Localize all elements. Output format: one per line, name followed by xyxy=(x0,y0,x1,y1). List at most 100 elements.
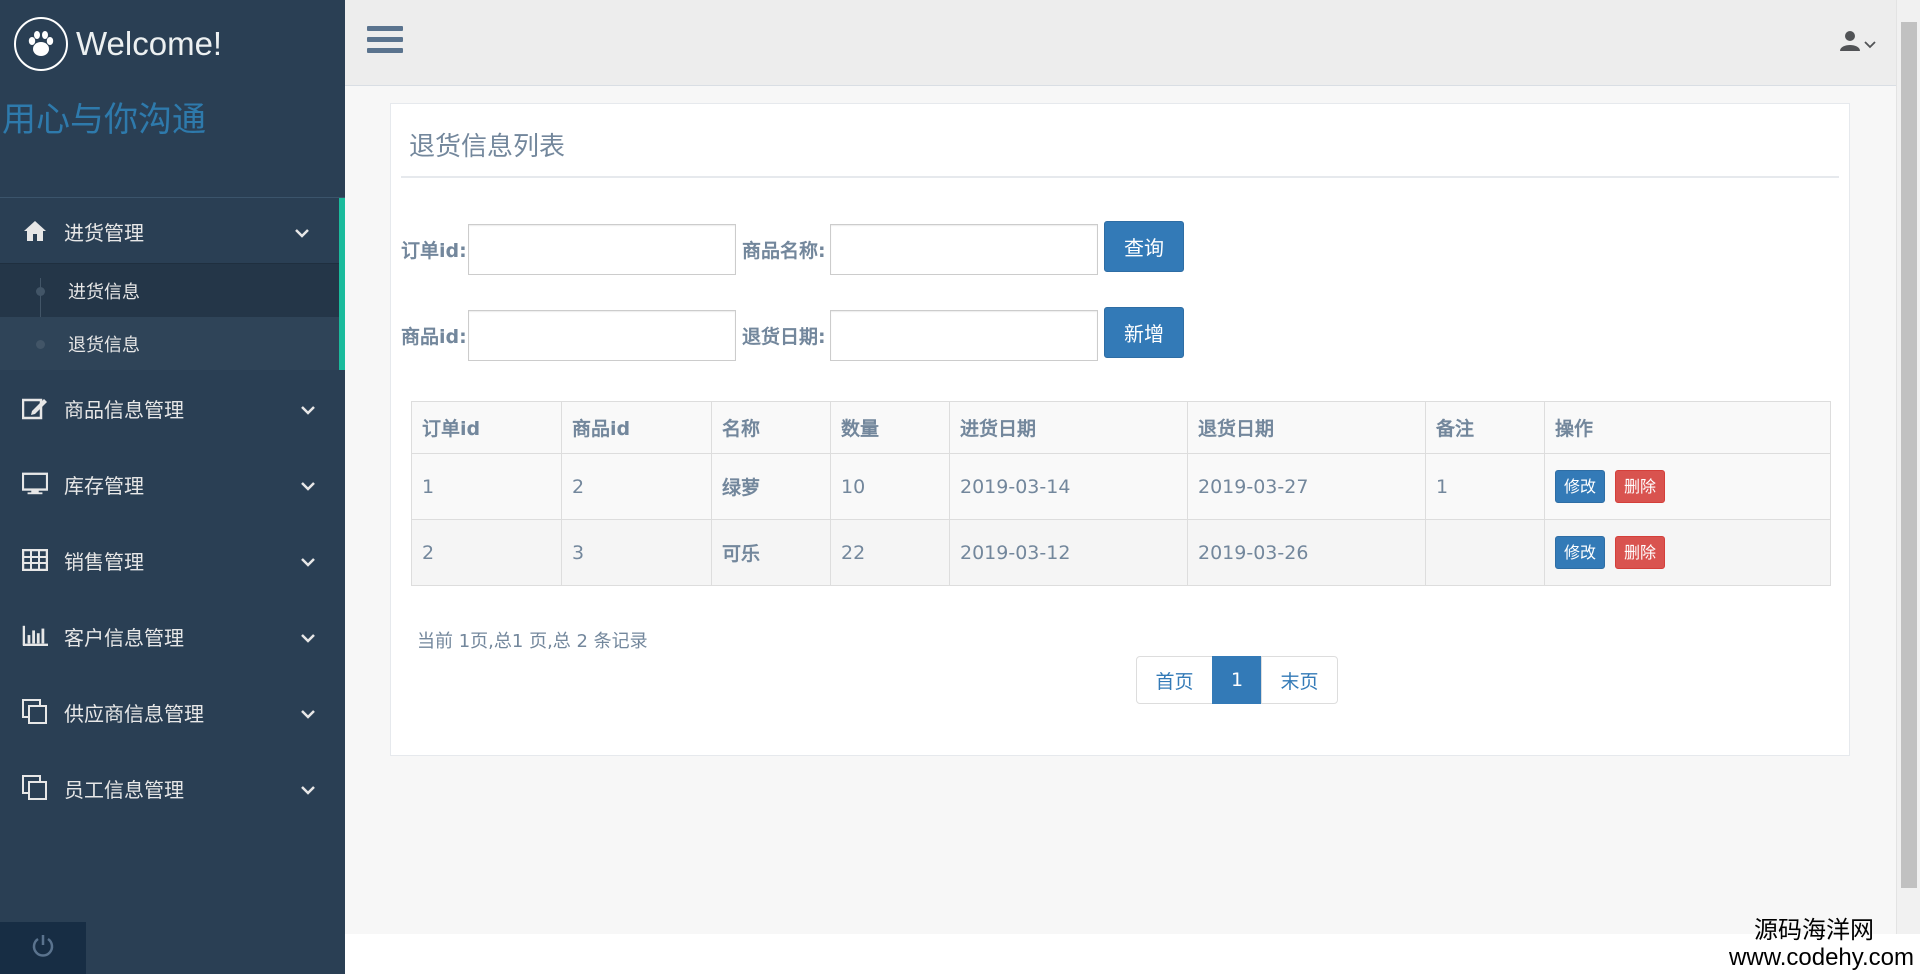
cell-purchase-date: 2019-03-14 xyxy=(949,453,1188,520)
page-info: 当前 1页,总1 页,总 2 条记录 xyxy=(417,631,648,652)
order-id-input[interactable] xyxy=(468,224,736,275)
goods-id-input[interactable] xyxy=(468,310,736,361)
home-icon xyxy=(22,218,48,244)
order-id-label: 订单id: xyxy=(401,240,467,262)
col-remark: 备注 xyxy=(1425,401,1545,454)
return-date-label: 退货日期: xyxy=(742,326,826,348)
vertical-scrollbar[interactable] xyxy=(1896,0,1920,934)
return-list-panel: 退货信息列表 订单id: 商品名称: 查询 商品id: 退货日期: 新增 订单i… xyxy=(390,103,1850,756)
cell-purchase-date: 2019-03-12 xyxy=(949,519,1188,586)
power-icon xyxy=(30,933,56,963)
cell-return-date: 2019-03-26 xyxy=(1187,519,1426,586)
chevron-down-icon xyxy=(295,219,309,243)
desktop-icon xyxy=(22,471,48,497)
col-actions: 操作 xyxy=(1544,401,1831,454)
cell-return-date: 2019-03-27 xyxy=(1187,453,1426,520)
cell-name: 绿萝 xyxy=(711,453,831,520)
menu-label: 库存管理 xyxy=(64,473,144,498)
panel-title: 退货信息列表 xyxy=(409,132,566,162)
goods-id-label: 商品id: xyxy=(401,326,467,348)
goods-name-input[interactable] xyxy=(830,224,1098,275)
menu-item-suppliers[interactable]: 供应商信息管理 xyxy=(0,674,345,750)
goods-name-label: 商品名称: xyxy=(742,240,826,262)
col-name: 名称 xyxy=(711,401,831,454)
edit-button[interactable]: 修改 xyxy=(1555,536,1606,569)
col-return-date: 退货日期 xyxy=(1187,401,1426,454)
watermark: 源码海洋网 www.codehy.com xyxy=(1729,916,1914,972)
sub-item-purchase-info[interactable]: 进货信息 xyxy=(0,264,339,317)
sub-item-return-info[interactable]: 退货信息 xyxy=(0,317,339,370)
first-page-button[interactable]: 首页 xyxy=(1136,656,1213,704)
scroll-thumb[interactable] xyxy=(1901,22,1917,888)
menu-item-employees[interactable]: 员工信息管理 xyxy=(0,750,345,826)
table-row: 2 3 可乐 22 2019-03-12 2019-03-26 修改 删除 xyxy=(411,519,1831,586)
divider xyxy=(401,176,1839,178)
chevron-down-icon xyxy=(301,700,315,724)
menu-toggle-icon[interactable] xyxy=(367,26,403,56)
clone-icon xyxy=(22,775,48,801)
chevron-down-icon xyxy=(301,472,315,496)
menu-item-goods[interactable]: 商品信息管理 xyxy=(0,370,345,446)
menu-label: 客户信息管理 xyxy=(64,625,184,650)
cell-qty: 22 xyxy=(830,519,950,586)
chevron-down-icon xyxy=(1864,34,1876,53)
submenu-purchase: 进货信息 退货信息 xyxy=(0,264,345,370)
sidebar: Welcome! 用心与你沟通 进货管理 进货信息 退货信息 商品信息管理 库存… xyxy=(0,0,345,974)
cell-goods-id: 2 xyxy=(561,453,712,520)
bar-chart-icon xyxy=(22,623,48,649)
menu-label: 员工信息管理 xyxy=(64,777,184,802)
delete-button[interactable]: 删除 xyxy=(1615,536,1666,569)
return-table: 订单id 商品id 名称 数量 进货日期 退货日期 备注 操作 1 2 绿萝 1… xyxy=(411,401,1831,586)
add-button[interactable]: 新增 xyxy=(1104,307,1184,358)
watermark-line1: 源码海洋网 xyxy=(1754,916,1874,944)
col-order-id: 订单id xyxy=(411,401,562,454)
cell-goods-id: 3 xyxy=(561,519,712,586)
cell-order-id: 1 xyxy=(411,453,562,520)
current-page-button[interactable]: 1 xyxy=(1212,656,1262,704)
footer xyxy=(345,934,1920,974)
menu-item-sales[interactable]: 销售管理 xyxy=(0,522,345,598)
col-goods-id: 商品id xyxy=(561,401,712,454)
menu-item-customers[interactable]: 客户信息管理 xyxy=(0,598,345,674)
cell-actions: 修改 删除 xyxy=(1544,519,1831,586)
slogan: 用心与你沟通 xyxy=(0,88,345,198)
query-button[interactable]: 查询 xyxy=(1104,221,1184,272)
chevron-down-icon xyxy=(301,624,315,648)
user-menu[interactable] xyxy=(1839,30,1876,56)
menu-label: 销售管理 xyxy=(64,549,144,574)
paw-icon xyxy=(14,17,68,71)
table-icon xyxy=(22,547,48,573)
sidebar-menu: 进货管理 xyxy=(0,198,345,264)
top-nav xyxy=(345,0,1896,86)
delete-button[interactable]: 删除 xyxy=(1615,470,1666,503)
sidebar-menu-rest: 商品信息管理 库存管理 销售管理 客户信息管理 供应商信息管理 员工信息管理 xyxy=(0,370,345,826)
cell-order-id: 2 xyxy=(411,519,562,586)
table-row: 1 2 绿萝 10 2019-03-14 2019-03-27 1 修改 删除 xyxy=(411,453,1831,520)
menu-label: 进货管理 xyxy=(64,220,144,245)
menu-label: 供应商信息管理 xyxy=(64,701,204,726)
logout-button[interactable] xyxy=(0,922,86,974)
pagination: 首页 1 末页 xyxy=(1136,656,1338,704)
last-page-button[interactable]: 末页 xyxy=(1261,656,1338,704)
user-icon xyxy=(1839,30,1861,56)
cell-name: 可乐 xyxy=(711,519,831,586)
return-date-input[interactable] xyxy=(830,310,1098,361)
cell-remark: 1 xyxy=(1425,453,1545,520)
watermark-line2: www.codehy.com xyxy=(1729,944,1914,971)
edit-button[interactable]: 修改 xyxy=(1555,470,1606,503)
menu-label: 商品信息管理 xyxy=(64,397,184,422)
chevron-down-icon xyxy=(301,776,315,800)
table-header-row: 订单id 商品id 名称 数量 进货日期 退货日期 备注 操作 xyxy=(411,401,1831,454)
brand-title: Welcome! xyxy=(76,25,223,62)
brand[interactable]: Welcome! xyxy=(0,0,345,88)
clone-icon xyxy=(22,699,48,725)
menu-item-purchase[interactable]: 进货管理 xyxy=(0,198,345,264)
cell-actions: 修改 删除 xyxy=(1544,453,1831,520)
chevron-down-icon xyxy=(301,548,315,572)
menu-item-stock[interactable]: 库存管理 xyxy=(0,446,345,522)
col-purchase-date: 进货日期 xyxy=(949,401,1188,454)
edit-icon xyxy=(22,395,48,421)
cell-qty: 10 xyxy=(830,453,950,520)
col-qty: 数量 xyxy=(830,401,950,454)
chevron-down-icon xyxy=(301,396,315,420)
